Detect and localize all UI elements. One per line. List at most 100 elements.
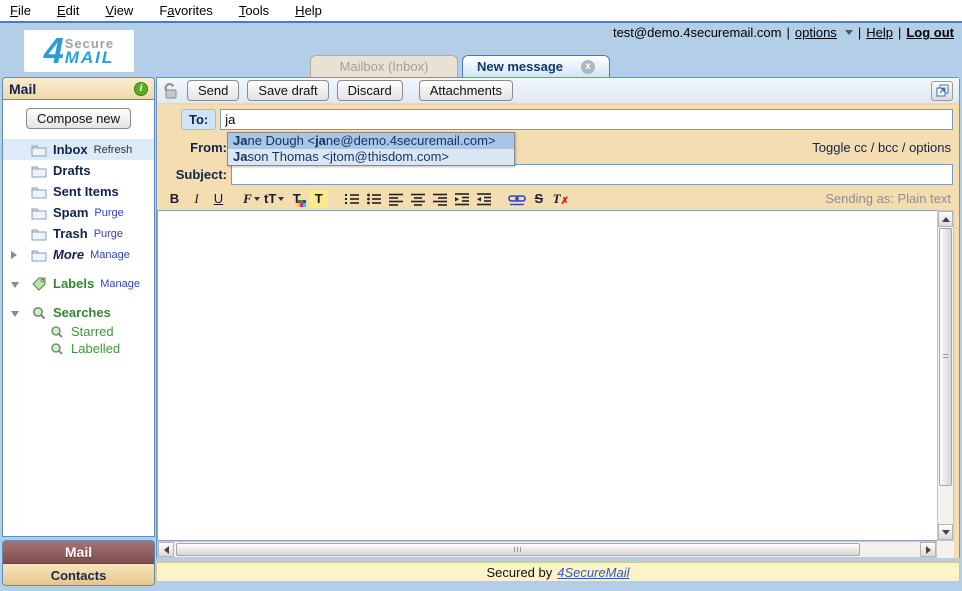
logout-link[interactable]: Log out [906,25,954,40]
indent-icon[interactable] [452,190,471,208]
horizontal-scrollbar[interactable] [157,541,937,558]
save-draft-button[interactable]: Save draft [247,80,328,101]
highlight-icon[interactable]: T [309,190,328,208]
vertical-scrollbar-thumb[interactable] [939,228,952,486]
sidebar-item-trash[interactable]: Trash Purge [3,223,154,244]
strikethrough-icon[interactable]: S [529,190,548,208]
subject-input[interactable] [231,164,953,185]
collapse-arrow-icon[interactable] [11,311,19,317]
remove-format-icon[interactable]: T✗ [551,190,570,208]
to-input[interactable] [220,109,953,130]
spam-purge-link[interactable]: Purge [94,207,123,219]
expand-arrow-icon[interactable] [11,251,17,259]
sidebar-item-spam[interactable]: Spam Purge [3,202,154,223]
info-icon[interactable]: i [134,82,148,96]
more-manage-link[interactable]: Manage [90,249,130,261]
align-center-icon[interactable] [408,190,427,208]
switch-mail-button[interactable]: Mail [3,541,154,564]
send-button[interactable]: Send [187,80,239,101]
from-label: From: [165,140,227,155]
sidebar-item-searches[interactable]: Searches [3,302,154,323]
compose-toolbar: Send Save draft Discard Attachments [157,78,959,105]
sending-as-status: Sending as: Plain text [825,191,951,206]
bullet-list-icon[interactable] [364,190,383,208]
options-link[interactable]: options [795,25,837,40]
tab-strip: Mailbox (Inbox) New message x [156,55,610,77]
menu-edit[interactable]: Edit [57,3,79,18]
compose-new-button[interactable]: Compose new [26,108,131,129]
link-icon[interactable] [507,190,526,208]
underline-icon[interactable]: U [209,190,228,208]
align-left-icon[interactable] [386,190,405,208]
options-caret-icon[interactable] [845,30,853,35]
sidebar-title: Mail [9,81,36,97]
help-link[interactable]: Help [866,25,893,40]
message-body-region [157,210,959,541]
scroll-left-button[interactable] [158,542,174,557]
sidebar-item-labels[interactable]: Labels Manage [3,273,154,294]
app-switcher: Mail Contacts [2,540,155,586]
to-label-button[interactable]: To: [181,109,216,130]
tab-mailbox-inbox[interactable]: Mailbox (Inbox) [310,55,458,77]
unlocked-icon [163,82,179,100]
horizontal-scrollbar-row [157,541,959,558]
align-right-icon[interactable] [430,190,449,208]
sidebar-item-labelled[interactable]: Labelled [3,340,154,357]
sidebar-item-sent-items[interactable]: Sent Items [3,181,154,202]
menu-view[interactable]: View [105,3,133,18]
format-toolbar: B I U F tT T T S T✗ Sending as: Plain te… [157,187,959,210]
logo-mail: MAIL [65,50,115,65]
message-body-input[interactable] [157,210,937,541]
color-grid [297,200,306,207]
folder-label: Spam [53,205,88,220]
font-color-icon[interactable]: T [287,190,306,208]
folder-icon [31,143,47,157]
account-bar: test@demo.4securemail.com | options | He… [613,25,954,40]
search-label: Labelled [71,341,120,356]
font-family-icon[interactable]: F [242,190,261,208]
font-size-icon[interactable]: tT [264,190,284,208]
footer-brand-link[interactable]: 4SecureMail [557,565,629,580]
tab-new-message[interactable]: New message x [462,55,610,77]
bold-icon[interactable]: B [165,190,184,208]
folder-icon [31,164,47,178]
scroll-down-button[interactable] [938,524,953,540]
folder-label: Sent Items [53,184,119,199]
menu-file[interactable]: File [10,3,31,18]
discard-button[interactable]: Discard [337,80,403,101]
sidebar-item-inbox[interactable]: Inbox Refresh [3,139,154,160]
compose-panel: Send Save draft Discard Attachments To: … [156,77,960,558]
labels-manage-link[interactable]: Manage [100,278,140,290]
menu-help[interactable]: Help [295,3,322,18]
switch-contacts-button[interactable]: Contacts [3,564,154,586]
folder-icon [31,206,47,220]
search-icon [49,325,65,339]
scroll-right-button[interactable] [920,542,936,557]
footer-text: Secured by [486,565,552,580]
attachments-button[interactable]: Attachments [419,80,513,101]
collapse-arrow-icon[interactable] [11,282,19,288]
inbox-refresh-link[interactable]: Refresh [94,144,133,156]
autocomplete-dropdown: Jane Dough <jane@demo.4securemail.com> J… [227,132,515,166]
numbered-list-icon[interactable] [342,190,361,208]
sidebar-item-more[interactable]: More Manage [3,244,154,265]
scroll-up-button[interactable] [938,211,953,227]
sidebar: Mail i Compose new Inbox Refresh Drafts … [2,77,155,537]
search-label: Starred [71,324,114,339]
autocomplete-option-jane[interactable]: Jane Dough <jane@demo.4securemail.com> [228,133,514,149]
sidebar-item-drafts[interactable]: Drafts [3,160,154,181]
menu-favorites[interactable]: Favorites [159,3,212,18]
menu-tools[interactable]: Tools [239,3,269,18]
vertical-scrollbar[interactable] [937,210,954,541]
sidebar-item-starred[interactable]: Starred [3,323,154,340]
italic-icon[interactable]: I [187,190,206,208]
tab-close-icon[interactable]: x [581,60,595,74]
toggle-cc-bcc-link[interactable]: Toggle cc / bcc / options [812,140,951,155]
trash-purge-link[interactable]: Purge [94,228,123,240]
folder-label: Drafts [53,163,91,178]
outdent-icon[interactable] [474,190,493,208]
horizontal-scrollbar-thumb[interactable] [176,543,860,556]
autocomplete-option-jason[interactable]: Jason Thomas <jtom@thisdom.com> [228,149,514,165]
logo-4: 4 [44,36,64,66]
popout-window-button[interactable] [931,81,953,101]
